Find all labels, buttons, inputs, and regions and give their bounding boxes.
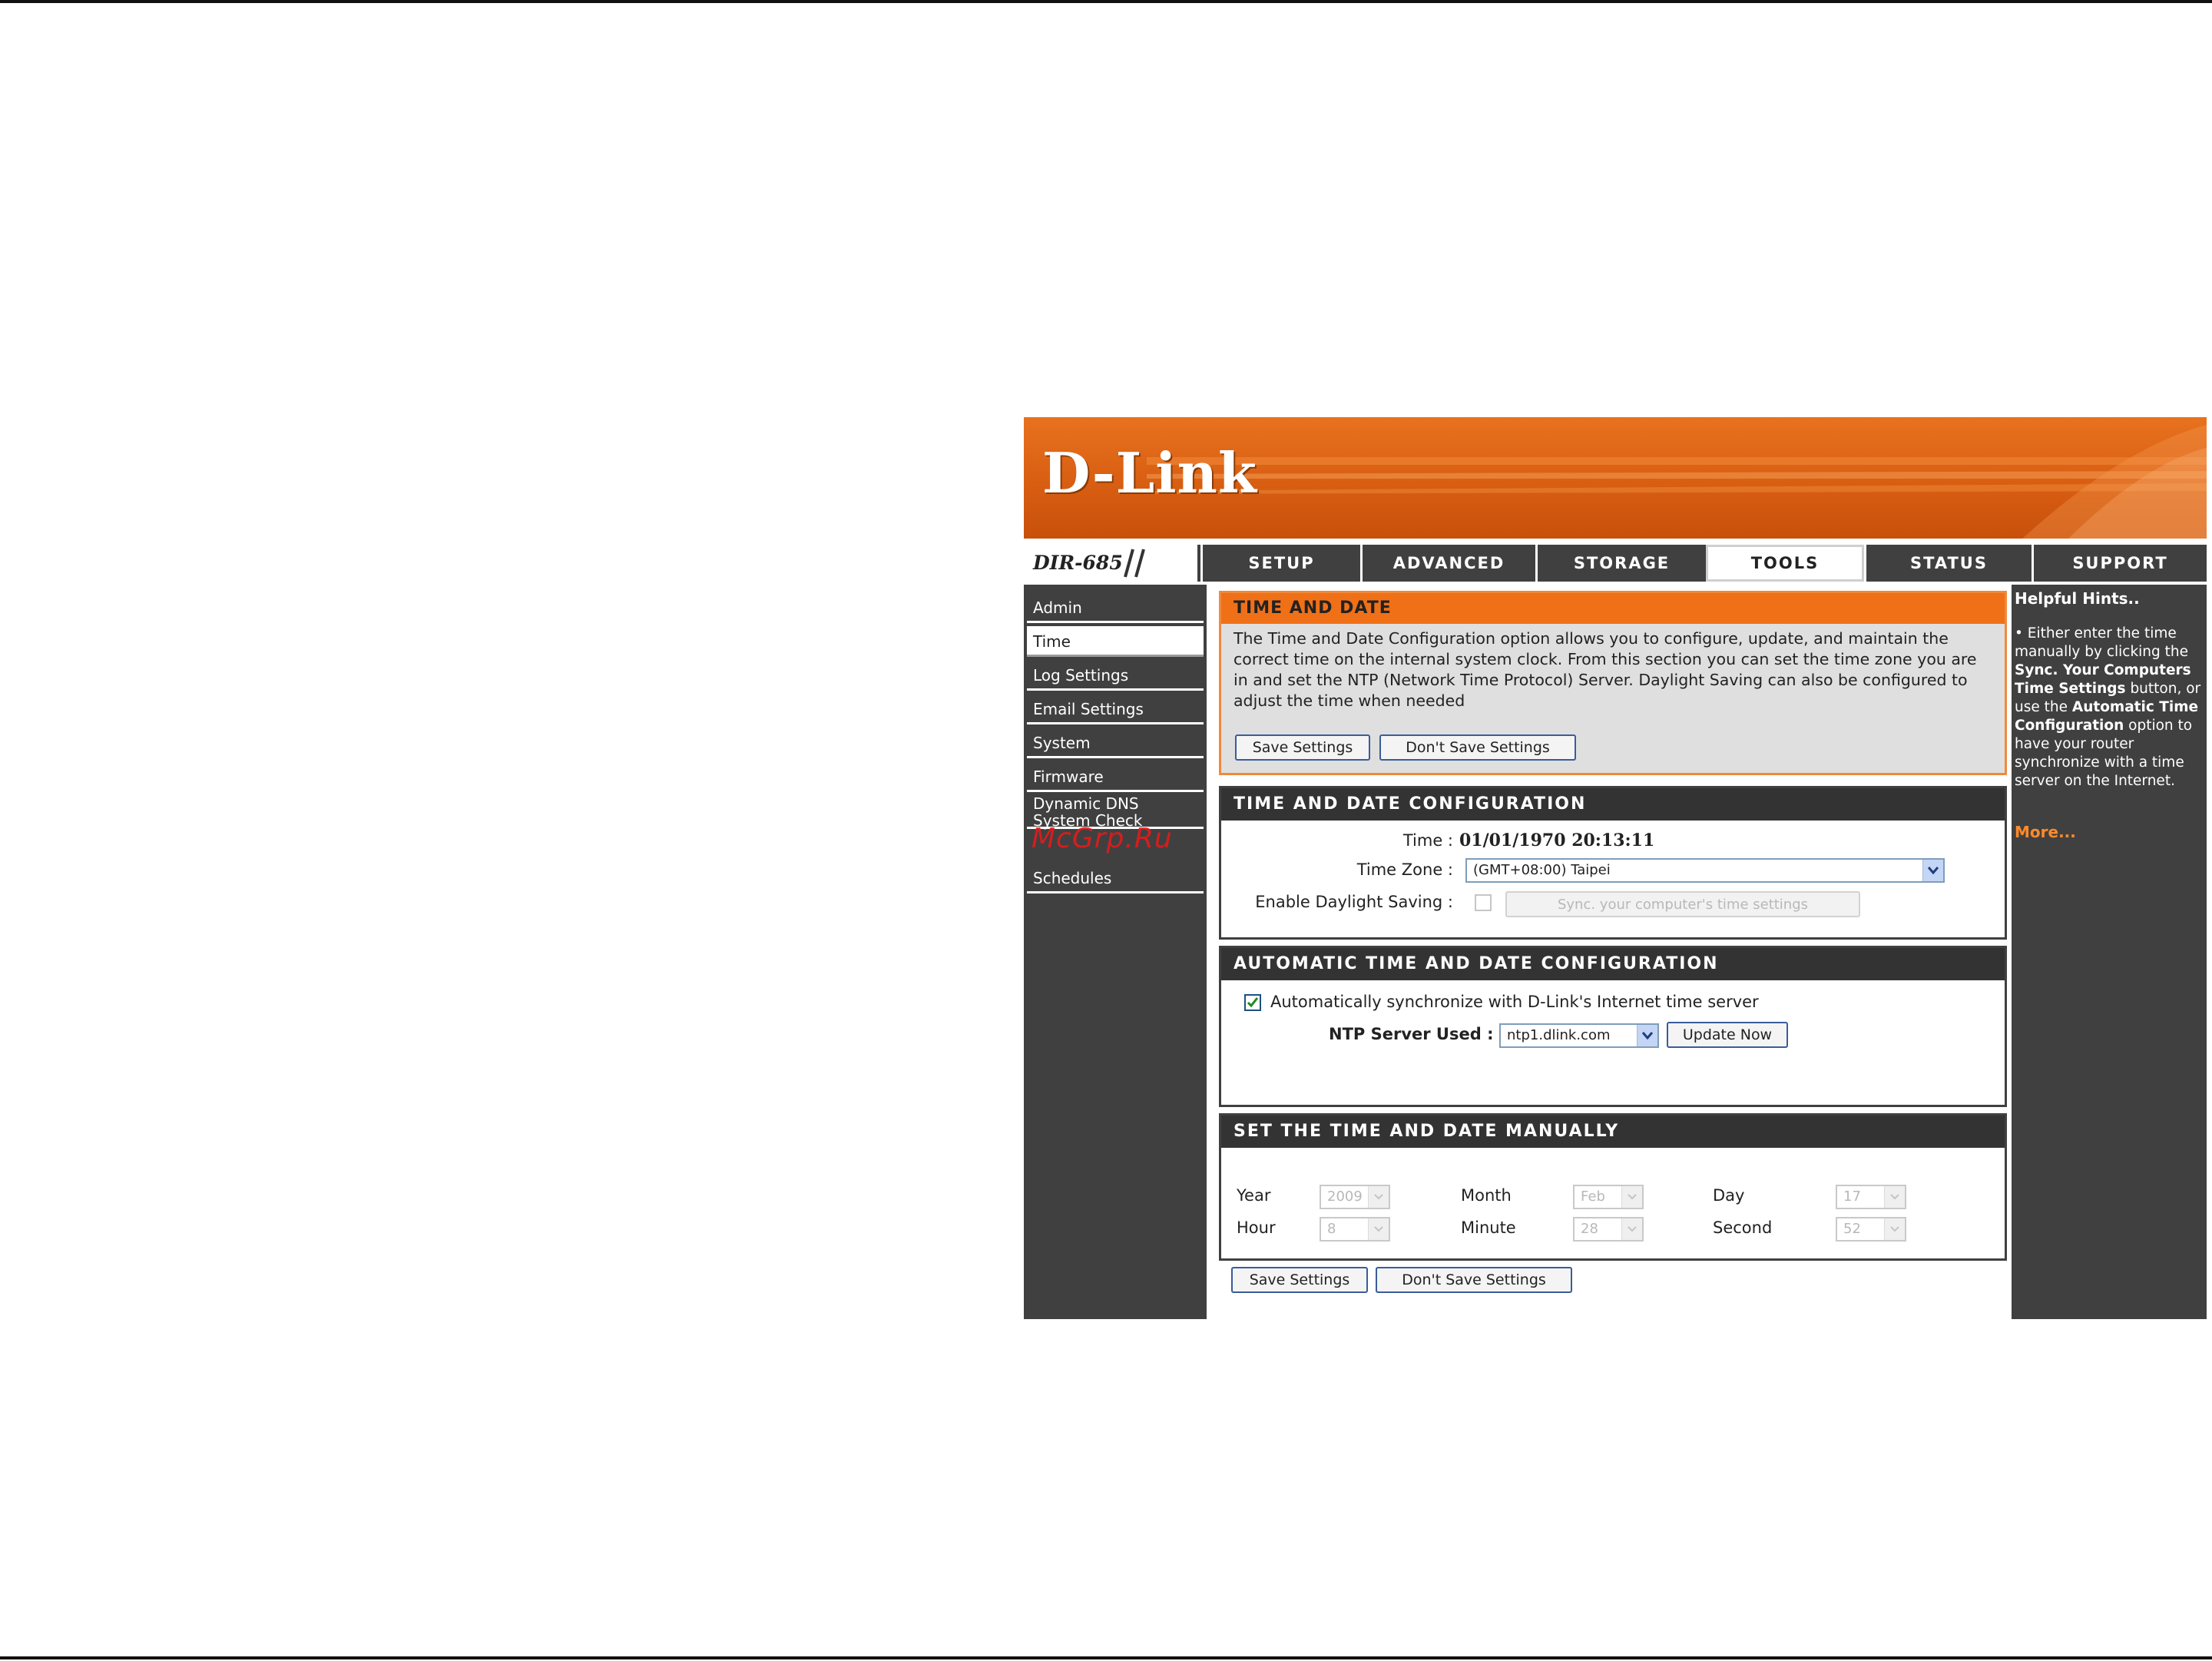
month-label: Month <box>1461 1186 1512 1205</box>
chevron-down-icon <box>1884 1186 1905 1208</box>
sync-computer-time-button[interactable]: Sync. your computer's time settings <box>1505 891 1860 917</box>
checkmark-icon <box>1247 997 1259 1008</box>
model-name: DIR-685 <box>1033 552 1123 574</box>
helpful-hints-panel: Helpful Hints.. • Either enter the time … <box>2012 585 2207 1319</box>
manual-title: SET THE TIME AND DATE MANUALLY <box>1221 1116 2005 1148</box>
chevron-down-icon <box>1621 1218 1642 1240</box>
header-banner: D-Link <box>1024 417 2207 539</box>
chevron-down-icon <box>1621 1186 1642 1208</box>
second-label: Second <box>1713 1218 1773 1237</box>
year-value: 2009 <box>1327 1189 1363 1205</box>
hour-value: 8 <box>1327 1221 1336 1237</box>
month-value: Feb <box>1581 1189 1605 1205</box>
chevron-down-icon <box>1368 1186 1389 1208</box>
daylight-saving-label: Enable Daylight Saving : <box>1255 893 1453 911</box>
footer-dont-save-settings-button[interactable]: Don't Save Settings <box>1376 1267 1572 1293</box>
hour-label: Hour <box>1237 1218 1276 1237</box>
auto-config-title: AUTOMATIC TIME AND DATE CONFIGURATION <box>1221 948 2005 980</box>
auto-time-config-panel: AUTOMATIC TIME AND DATE CONFIGURATION Au… <box>1219 946 2007 1107</box>
year-label: Year <box>1237 1186 1271 1205</box>
tab-storage[interactable]: STORAGE <box>1535 545 1706 582</box>
chevron-down-icon <box>1884 1218 1905 1240</box>
ntp-server-select[interactable]: ntp1.dlink.com <box>1499 1023 1659 1048</box>
dlink-logo: D-Link <box>1042 440 1257 506</box>
slashes-icon <box>1124 549 1145 578</box>
footer-save-settings-button[interactable]: Save Settings <box>1231 1267 1368 1293</box>
day-value: 17 <box>1843 1189 1861 1205</box>
chevron-down-icon <box>1368 1218 1389 1240</box>
sidebar-item-email-settings[interactable]: Email Settings <box>1027 694 1204 724</box>
daylight-saving-checkbox[interactable] <box>1475 894 1492 911</box>
day-select[interactable]: 17 <box>1836 1185 1906 1209</box>
auto-sync-label: Automatically synchronize with D-Link's … <box>1270 993 1759 1011</box>
chevron-down-icon <box>1637 1025 1657 1046</box>
sidebar-item-system[interactable]: System <box>1027 728 1204 758</box>
router-admin-page: D-Link DIR-685 SETUP ADVANCED STORAGE TO… <box>1024 417 2207 1319</box>
tab-advanced[interactable]: ADVANCED <box>1360 545 1535 582</box>
hour-select[interactable]: 8 <box>1320 1217 1390 1242</box>
main-content: TIME AND DATE The Time and Date Configur… <box>1207 585 2012 1319</box>
day-label: Day <box>1713 1186 1745 1205</box>
dont-save-settings-button[interactable]: Don't Save Settings <box>1379 734 1576 761</box>
config-title: TIME AND DATE CONFIGURATION <box>1221 788 2005 821</box>
sidebar-item-log-settings[interactable]: Log Settings <box>1027 660 1204 691</box>
sidebar-item-label: Dynamic DNS <box>1033 794 1139 813</box>
sidebar-item-time[interactable]: Time <box>1027 626 1204 657</box>
model-badge: DIR-685 <box>1024 545 1200 582</box>
top-rule <box>0 0 2212 3</box>
minute-label: Minute <box>1461 1218 1516 1237</box>
timezone-select[interactable]: (GMT+08:00) Taipei <box>1465 858 1945 883</box>
tab-status[interactable]: STATUS <box>1864 545 2032 582</box>
manual-time-panel: SET THE TIME AND DATE MANUALLY Year 2009… <box>1219 1113 2007 1261</box>
sidebar-item-firmware[interactable]: Firmware <box>1027 761 1204 792</box>
update-now-button[interactable]: Update Now <box>1667 1022 1788 1048</box>
tab-tools[interactable]: TOOLS <box>1706 545 1864 582</box>
current-time-value: 01/01/1970 20:13:11 <box>1459 830 1655 850</box>
year-select[interactable]: 2009 <box>1320 1185 1390 1209</box>
tab-support[interactable]: SUPPORT <box>2032 545 2207 582</box>
minute-select[interactable]: 28 <box>1573 1217 1644 1242</box>
ntp-server-label: NTP Server Used : <box>1329 1025 1494 1043</box>
minute-value: 28 <box>1581 1221 1598 1237</box>
time-label: Time : <box>1402 831 1453 850</box>
ntp-server-value: ntp1.dlink.com <box>1507 1027 1611 1043</box>
auto-sync-checkbox[interactable] <box>1244 994 1261 1011</box>
save-settings-button[interactable]: Save Settings <box>1235 734 1370 761</box>
timezone-value: (GMT+08:00) Taipei <box>1473 862 1611 878</box>
hints-title: Helpful Hints.. <box>2015 589 2140 608</box>
more-link[interactable]: More... <box>2015 823 2202 841</box>
month-select[interactable]: Feb <box>1573 1185 1644 1209</box>
second-value: 52 <box>1843 1221 1861 1237</box>
tab-setup[interactable]: SETUP <box>1200 545 1360 582</box>
second-select[interactable]: 52 <box>1836 1217 1906 1242</box>
sidebar-item-schedules[interactable]: Schedules <box>1027 863 1204 893</box>
top-nav: DIR-685 SETUP ADVANCED STORAGE TOOLS STA… <box>1024 545 2207 582</box>
intro-description: The Time and Date Configuration option a… <box>1233 629 1977 710</box>
time-date-config-panel: TIME AND DATE CONFIGURATION Time : 01/01… <box>1219 786 2007 940</box>
intro-title: TIME AND DATE <box>1221 593 2005 624</box>
hints-text: • Either enter the time manually by clic… <box>2015 625 2202 791</box>
sidebar: Admin Time Log Settings Email Settings S… <box>1024 585 1207 1319</box>
sidebar-item-admin[interactable]: Admin <box>1027 592 1204 623</box>
intro-panel: TIME AND DATE The Time and Date Configur… <box>1219 591 2007 775</box>
timezone-label: Time Zone : <box>1356 860 1453 879</box>
hints-text-part: • Either enter the time manually by clic… <box>2015 625 2189 660</box>
watermark-text: McGrp.Ru <box>1031 823 1173 854</box>
bottom-rule <box>0 1656 2212 1659</box>
chevron-down-icon <box>1922 860 1943 881</box>
